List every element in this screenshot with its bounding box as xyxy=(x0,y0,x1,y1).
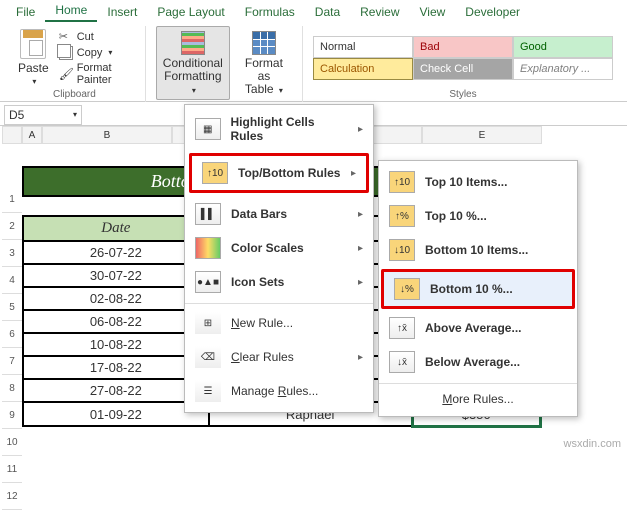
menu-manage-rules[interactable]: ☰ Manage Rules... xyxy=(185,374,373,408)
menu-data-bars[interactable]: ▌▌ Data Bars ▸ xyxy=(185,197,373,231)
tab-developer[interactable]: Developer xyxy=(455,2,530,22)
ribbon-tabs: File Home Insert Page Layout Formulas Da… xyxy=(0,0,627,22)
chevron-right-icon: ▸ xyxy=(351,168,356,179)
format-as-table-icon xyxy=(252,31,276,55)
tab-insert[interactable]: Insert xyxy=(97,2,147,22)
row-headers: 123 456 789 101112 xyxy=(2,186,22,510)
conditional-formatting-button[interactable]: ConditionalFormatting ▾ xyxy=(156,26,230,100)
clear-rules-label: lear Rules xyxy=(240,350,294,364)
format-as-table-label: Format asTable ▾ xyxy=(242,57,286,97)
style-normal[interactable]: Normal xyxy=(313,36,413,58)
top-bottom-icon: ↑10 xyxy=(202,162,228,184)
more-rules-label: ore Rules... xyxy=(452,392,513,406)
menu-below-average[interactable]: ↓x̄ Below Average... xyxy=(379,345,577,379)
group-clipboard: Paste▾ Cut Copy ▾ Format Painter Clipboa… xyxy=(4,26,146,102)
highlight-cells-label: Highlight Cells Rules xyxy=(231,115,348,143)
conditional-formatting-icon xyxy=(181,31,205,55)
menu-color-scales[interactable]: Color Scales ▸ xyxy=(185,231,373,265)
menu-bottom-10-percent[interactable]: ↓% Bottom 10 %... xyxy=(381,269,575,309)
icon-sets-icon: ●▲■ xyxy=(195,271,221,293)
menu-top-10-items[interactable]: ↑10 Top 10 Items... xyxy=(379,165,577,199)
top-10-items-icon: ↑10 xyxy=(389,171,415,193)
bottom-10-percent-icon: ↓% xyxy=(394,278,420,300)
copy-button[interactable]: Copy ▾ xyxy=(59,46,135,60)
new-rule-label: ew Rule... xyxy=(240,316,293,330)
style-good[interactable]: Good xyxy=(513,36,613,58)
chevron-right-icon: ▸ xyxy=(358,277,363,288)
cut-label: Cut xyxy=(77,31,94,43)
menu-bottom-10-items[interactable]: ↓10 Bottom 10 Items... xyxy=(379,233,577,267)
tab-review[interactable]: Review xyxy=(350,2,409,22)
chevron-right-icon: ▸ xyxy=(358,124,363,135)
new-rule-icon: ⊞ xyxy=(195,312,221,334)
chevron-down-icon: ▾ xyxy=(73,110,77,119)
tab-view[interactable]: View xyxy=(410,2,456,22)
menu-icon-sets[interactable]: ●▲■ Icon Sets ▸ xyxy=(185,265,373,299)
paste-icon xyxy=(20,29,46,59)
clipboard-group-label: Clipboard xyxy=(53,89,96,102)
group-styles-buttons: ConditionalFormatting ▾ Format asTable ▾ xyxy=(146,26,303,102)
chevron-right-icon: ▸ xyxy=(358,352,363,363)
tab-page-layout[interactable]: Page Layout xyxy=(147,2,234,22)
bottom-10-items-icon: ↓10 xyxy=(389,239,415,261)
manage-rules-label: Manage Rules... xyxy=(231,384,318,398)
clear-rules-icon: ⌫ xyxy=(195,346,221,368)
manage-rules-icon: ☰ xyxy=(195,380,221,402)
cut-icon xyxy=(59,30,73,44)
menu-clear-rules[interactable]: ⌫ Clear Rules ▸ xyxy=(185,340,373,374)
chevron-right-icon: ▸ xyxy=(358,243,363,254)
menu-more-rules[interactable]: More Rules... xyxy=(379,383,577,412)
below-average-label: Below Average... xyxy=(425,355,520,369)
format-as-table-button[interactable]: Format asTable ▾ xyxy=(236,27,292,99)
bottom-10-percent-label: Bottom 10 %... xyxy=(430,282,513,296)
format-painter-button[interactable]: Format Painter xyxy=(59,62,135,86)
menu-highlight-cells-rules[interactable]: ▦ Highlight Cells Rules ▸ xyxy=(185,109,373,149)
tab-data[interactable]: Data xyxy=(305,2,350,22)
top-10-items-label: Top 10 Items... xyxy=(425,175,507,189)
data-bars-icon: ▌▌ xyxy=(195,203,221,225)
watermark: wsxdin.com xyxy=(564,438,621,450)
below-average-icon: ↓x̄ xyxy=(389,351,415,373)
top-10-percent-icon: ↑% xyxy=(389,205,415,227)
top-bottom-submenu: ↑10 Top 10 Items... ↑% Top 10 %... ↓10 B… xyxy=(378,160,578,417)
copy-icon xyxy=(59,46,73,60)
above-average-icon: ↑x̄ xyxy=(389,317,415,339)
top-10-percent-label: Top 10 %... xyxy=(425,209,487,223)
tab-file[interactable]: File xyxy=(6,2,45,22)
group-styles: Normal Bad Good Calculation Check Cell E… xyxy=(303,26,623,102)
style-explanatory[interactable]: Explanatory ... xyxy=(513,58,613,80)
paste-label: Paste xyxy=(18,61,49,75)
name-box[interactable]: D5 ▾ xyxy=(4,105,82,125)
bottom-10-items-label: Bottom 10 Items... xyxy=(425,243,528,257)
menu-above-average[interactable]: ↑x̄ Above Average... xyxy=(379,311,577,345)
icon-sets-label: Icon Sets xyxy=(231,275,284,289)
menu-new-rule[interactable]: ⊞ New Rule... xyxy=(185,303,373,340)
above-average-label: Above Average... xyxy=(425,321,521,335)
chevron-right-icon: ▸ xyxy=(358,209,363,220)
conditional-formatting-label: ConditionalFormatting ▾ xyxy=(163,57,223,97)
format-painter-label: Format Painter xyxy=(77,62,135,86)
menu-top-bottom-rules[interactable]: ↑10 Top/Bottom Rules ▸ xyxy=(189,153,369,193)
name-box-value: D5 xyxy=(9,108,24,122)
menu-top-10-percent[interactable]: ↑% Top 10 %... xyxy=(379,199,577,233)
color-scales-label: Color Scales xyxy=(231,241,304,255)
data-bars-label: Data Bars xyxy=(231,207,287,221)
color-scales-icon xyxy=(195,237,221,259)
ribbon: Paste▾ Cut Copy ▾ Format Painter Clipboa… xyxy=(0,22,627,102)
style-check-cell[interactable]: Check Cell xyxy=(413,58,513,80)
tab-home[interactable]: Home xyxy=(45,0,97,22)
cell-styles-gallery[interactable]: Normal Bad Good Calculation Check Cell E… xyxy=(313,36,613,80)
copy-label: Copy xyxy=(77,47,103,59)
paste-button[interactable]: Paste▾ xyxy=(14,27,53,88)
conditional-formatting-menu: ▦ Highlight Cells Rules ▸ ↑10 Top/Bottom… xyxy=(184,104,374,413)
styles-group-label: Styles xyxy=(449,89,476,102)
header-date[interactable]: Date xyxy=(23,216,209,241)
top-bottom-label: Top/Bottom Rules xyxy=(238,166,340,180)
cut-button[interactable]: Cut xyxy=(59,30,135,44)
highlight-cells-icon: ▦ xyxy=(195,118,221,140)
format-painter-icon xyxy=(59,67,73,81)
style-calculation[interactable]: Calculation xyxy=(313,58,413,80)
tab-formulas[interactable]: Formulas xyxy=(235,2,305,22)
style-bad[interactable]: Bad xyxy=(413,36,513,58)
